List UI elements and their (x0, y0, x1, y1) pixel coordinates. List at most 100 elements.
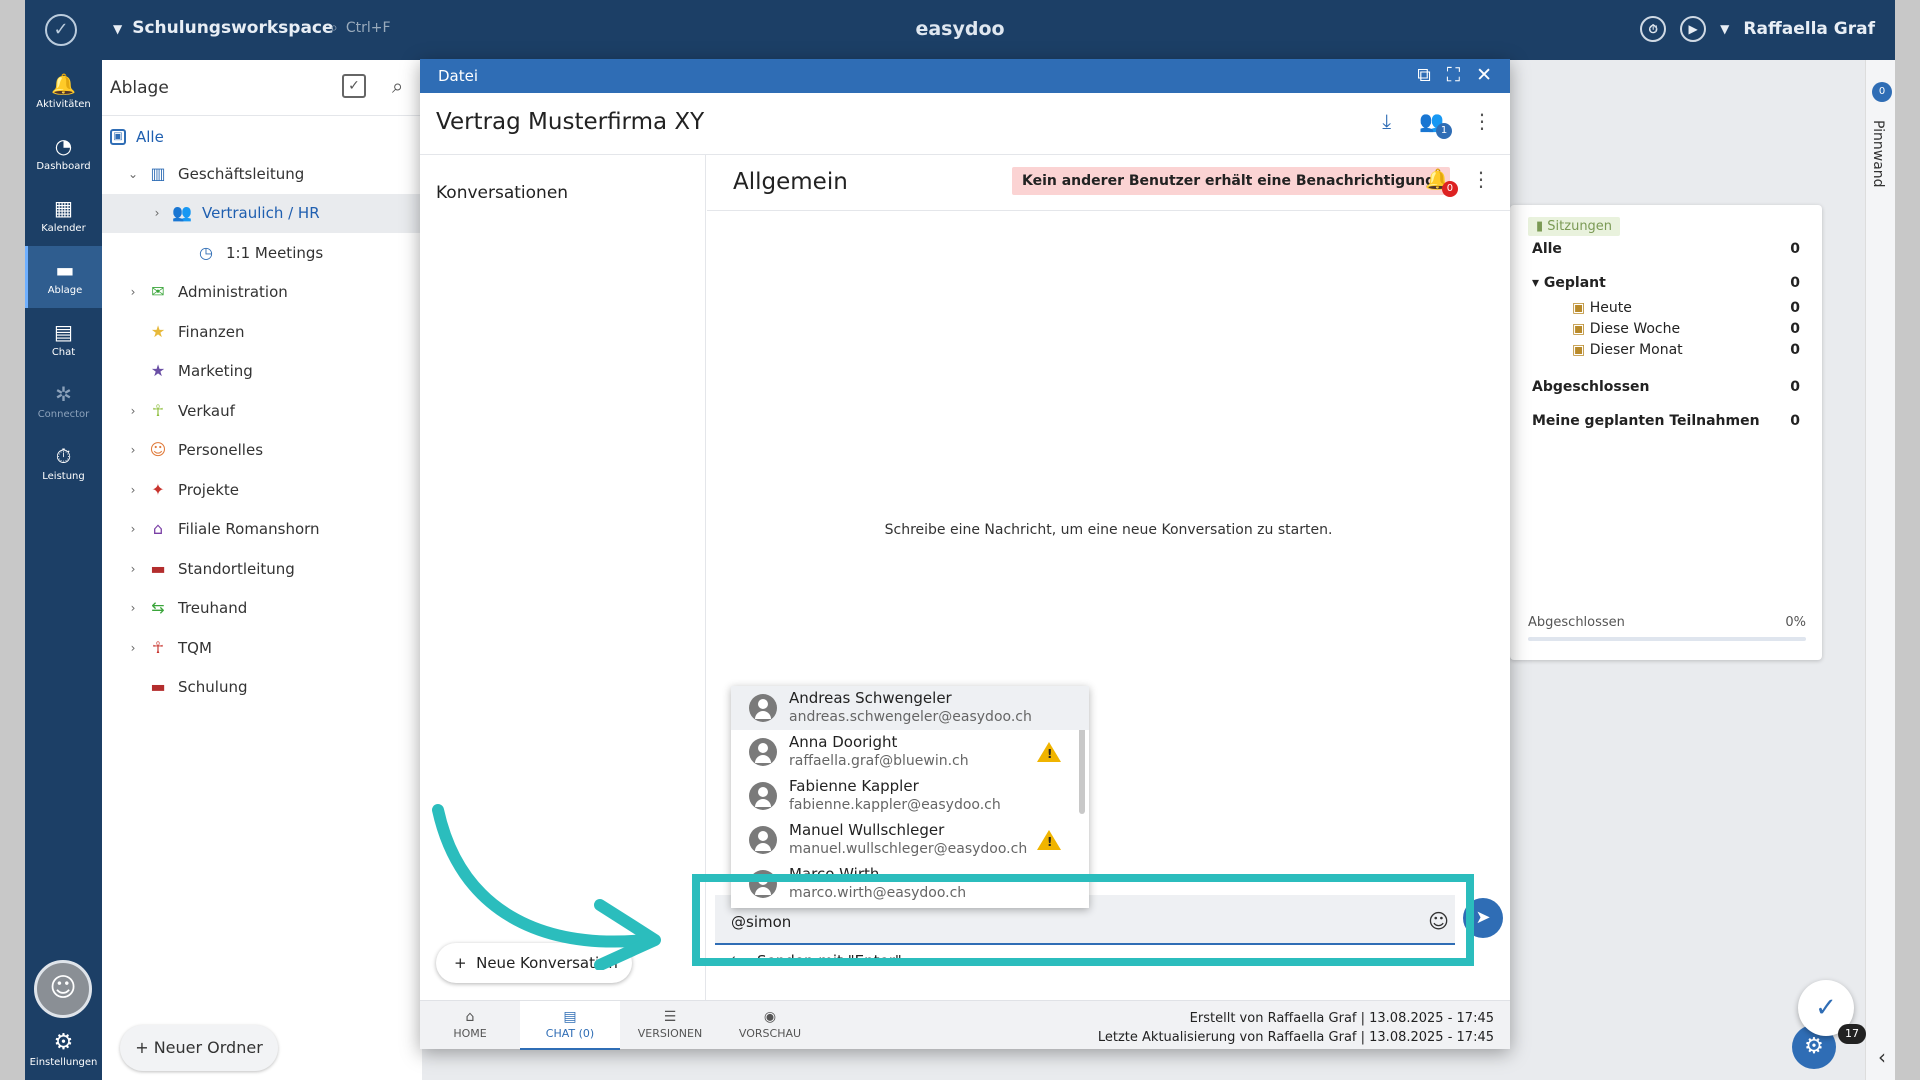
warning-icon: ! (1037, 742, 1061, 762)
participants-icon[interactable]: 👥 1 (1419, 109, 1452, 139)
tree-item[interactable]: › ☥ Verkauf (102, 391, 422, 431)
bell-icon[interactable]: 🔔 0 (1425, 167, 1458, 197)
nav-ablage[interactable]: ▬ Ablage (25, 246, 102, 308)
workspace-switcher[interactable]: ▼ Schulungsworkspace (113, 18, 334, 38)
chevron-right-icon[interactable]: › (126, 285, 140, 299)
nav-einstellungen[interactable]: ⚙ Einstellungen (25, 1030, 102, 1068)
fullscreen-icon[interactable]: ⛶ (1447, 64, 1460, 86)
search-shortcut: Ctrl+F (345, 20, 391, 36)
tree-item[interactable]: › ☥ TQM (102, 628, 422, 668)
chevron-right-icon[interactable]: › (150, 206, 164, 220)
sessions-row-value: 0 (1790, 342, 1800, 358)
sessions-row[interactable]: ▾ Geplant 0 (1510, 275, 1822, 291)
people-icon: 👥 (172, 203, 192, 223)
search-icon[interactable]: ⌕ (392, 74, 403, 98)
tree-item[interactable]: ◷ 1:1 Meetings (102, 233, 422, 273)
tree-label: Geschäftsleitung (178, 164, 305, 183)
dialog-footer: Erstellt von Raffaella Graf | 13.08.2025… (420, 1000, 1510, 1050)
chevron-down-icon: ▼ (113, 22, 123, 36)
checklist-icon[interactable]: ✓ (342, 74, 366, 98)
sessions-row[interactable]: Alle 0 (1510, 241, 1822, 257)
tree-item[interactable]: › ☺ Personelles (102, 431, 422, 471)
chevron-down-icon[interactable]: ⌄ (126, 167, 140, 181)
chevron-right-icon[interactable]: › (126, 562, 140, 576)
tree-item[interactable]: › ▬ Standortleitung (102, 549, 422, 589)
more-vertical-icon[interactable]: ⋮ (1472, 109, 1492, 133)
clock-icon: ◷ (199, 242, 213, 262)
nav-kalender[interactable]: ▦ Kalender (25, 184, 102, 246)
star-icon: ★ (150, 361, 166, 381)
app-logo-icon[interactable]: ✓ (45, 14, 77, 46)
pinnwand-label: Pinnwand (1870, 120, 1886, 188)
footer-tab[interactable]: ▤ CHAT (0) (520, 1001, 620, 1050)
chevron-down-icon[interactable]: ▾ (1532, 275, 1544, 291)
nav-chat[interactable]: ▤ Chat (25, 308, 102, 370)
connector-icon: ✲ (55, 382, 72, 406)
nav-leistung[interactable]: ⏱ Leistung (25, 432, 102, 494)
tree-item[interactable]: ▬ Schulung (102, 668, 422, 708)
stopwatch-icon[interactable]: ⏱ (1640, 16, 1667, 42)
progress-value: 0% (1785, 615, 1806, 630)
tree-label: Administration (178, 283, 288, 302)
tree-item[interactable]: › ✉ Administration (102, 273, 422, 313)
more-vertical-icon[interactable]: ⋮ (1471, 167, 1491, 191)
close-icon[interactable]: ✕ (1476, 64, 1492, 86)
workspace-name: Schulungsworkspace (132, 18, 334, 38)
sessions-row-label: Diese Woche (1589, 321, 1681, 337)
tree-label: Finanzen (178, 322, 245, 341)
mention-name: Andreas Schwengeler (789, 689, 952, 707)
footer-tab[interactable]: ◉ VORSCHAU (720, 1001, 820, 1050)
tree-item[interactable]: › ⇆ Treuhand (102, 589, 422, 629)
tree-item[interactable]: ★ Finanzen (102, 312, 422, 352)
open-external-icon[interactable]: ⧉ (1417, 64, 1431, 86)
chevron-right-icon[interactable]: › (126, 601, 140, 615)
mention-suggestion[interactable]: Manuel Wullschleger manuel.wullschleger@e… (731, 818, 1089, 862)
sessions-row[interactable]: Meine geplanten Teilnahmen 0 (1510, 413, 1822, 429)
tree-item[interactable]: ⌄ ▥ Geschäftsleitung (102, 154, 422, 194)
global-search[interactable]: ⌕ Ctrl+F (330, 18, 391, 36)
sessions-tag: ▮ Sitzungen (1528, 217, 1621, 236)
nav-dashboard[interactable]: ◔ Dashboard (25, 122, 102, 184)
mention-suggestion[interactable]: Anna Dooright raffaella.graf@bluewin.ch! (731, 730, 1089, 774)
send-icon: ➤ (1475, 907, 1491, 928)
chevron-right-icon[interactable]: › (126, 522, 140, 536)
mention-suggestion[interactable]: Fabienne Kappler fabienne.kappler@easydoo… (731, 774, 1089, 818)
footer-tab[interactable]: ⌂ HOME (420, 1001, 520, 1050)
select-all-icon: ▣ (110, 129, 126, 145)
user-name[interactable]: Raffaella Graf (1743, 19, 1875, 39)
play-icon[interactable]: ▶ (1680, 16, 1707, 42)
sessions-row[interactable]: ▣ Diese Woche 0 (1510, 321, 1822, 337)
tree-item-alle[interactable]: ▣ Alle (102, 120, 422, 154)
tutorial-arrow-icon (432, 804, 661, 970)
bank-icon: ⌂ (152, 519, 164, 539)
nav-label: Einstellungen (29, 1057, 98, 1068)
footer-tab[interactable]: ☰ VERSIONEN (620, 1001, 720, 1050)
new-folder-button[interactable]: + Neuer Ordner (120, 1025, 278, 1071)
tree-item[interactable]: › ⌂ Filiale Romanshorn (102, 510, 422, 550)
tasks-fab[interactable]: ✓ 17 (1798, 980, 1866, 1044)
mention-suggestion[interactable]: Andreas Schwengeler andreas.schwengeler@e… (731, 686, 1089, 730)
nav-label: Dashboard (36, 161, 91, 172)
tree-item[interactable]: ★ Marketing (102, 352, 422, 392)
nav-connector[interactable]: ✲ Connector (25, 370, 102, 432)
chevron-down-icon[interactable]: ▼ (1720, 22, 1729, 36)
chevron-right-icon[interactable]: › (126, 404, 140, 418)
chevron-left-icon[interactable]: ‹ (1878, 1045, 1886, 1069)
chevron-right-icon[interactable]: › (126, 443, 140, 457)
tree-item[interactable]: › 👥 Vertraulich / HR (102, 193, 422, 233)
nav-label: Aktivitäten (36, 99, 91, 110)
nav-aktivitaeten[interactable]: 🔔 Aktivitäten (25, 60, 102, 122)
folder-tree: ▣ Alle ⌄ ▥ Geschäftsleitung › 👥 Vertraulich /… (102, 116, 422, 707)
sessions-row[interactable]: Abgeschlossen 0 (1510, 379, 1822, 395)
sessions-row[interactable]: ▣ Dieser Monat 0 (1510, 342, 1822, 358)
avatar[interactable]: ☺ (34, 960, 92, 1018)
chevron-right-icon[interactable]: › (126, 641, 140, 655)
notification-warning: Kein anderer Benutzer erhält eine Benach… (1012, 167, 1451, 195)
download-icon[interactable]: ⤓ (1382, 109, 1391, 133)
chevron-right-icon[interactable]: › (126, 483, 140, 497)
sessions-row[interactable]: ▣ Heute 0 (1510, 300, 1822, 316)
tree-item[interactable]: › ✦ Projekte (102, 470, 422, 510)
pinnwand-strip[interactable]: 0 Pinnwand (1865, 60, 1895, 1080)
panel-title: Ablage (110, 78, 169, 98)
user-avatar-icon (749, 826, 777, 854)
